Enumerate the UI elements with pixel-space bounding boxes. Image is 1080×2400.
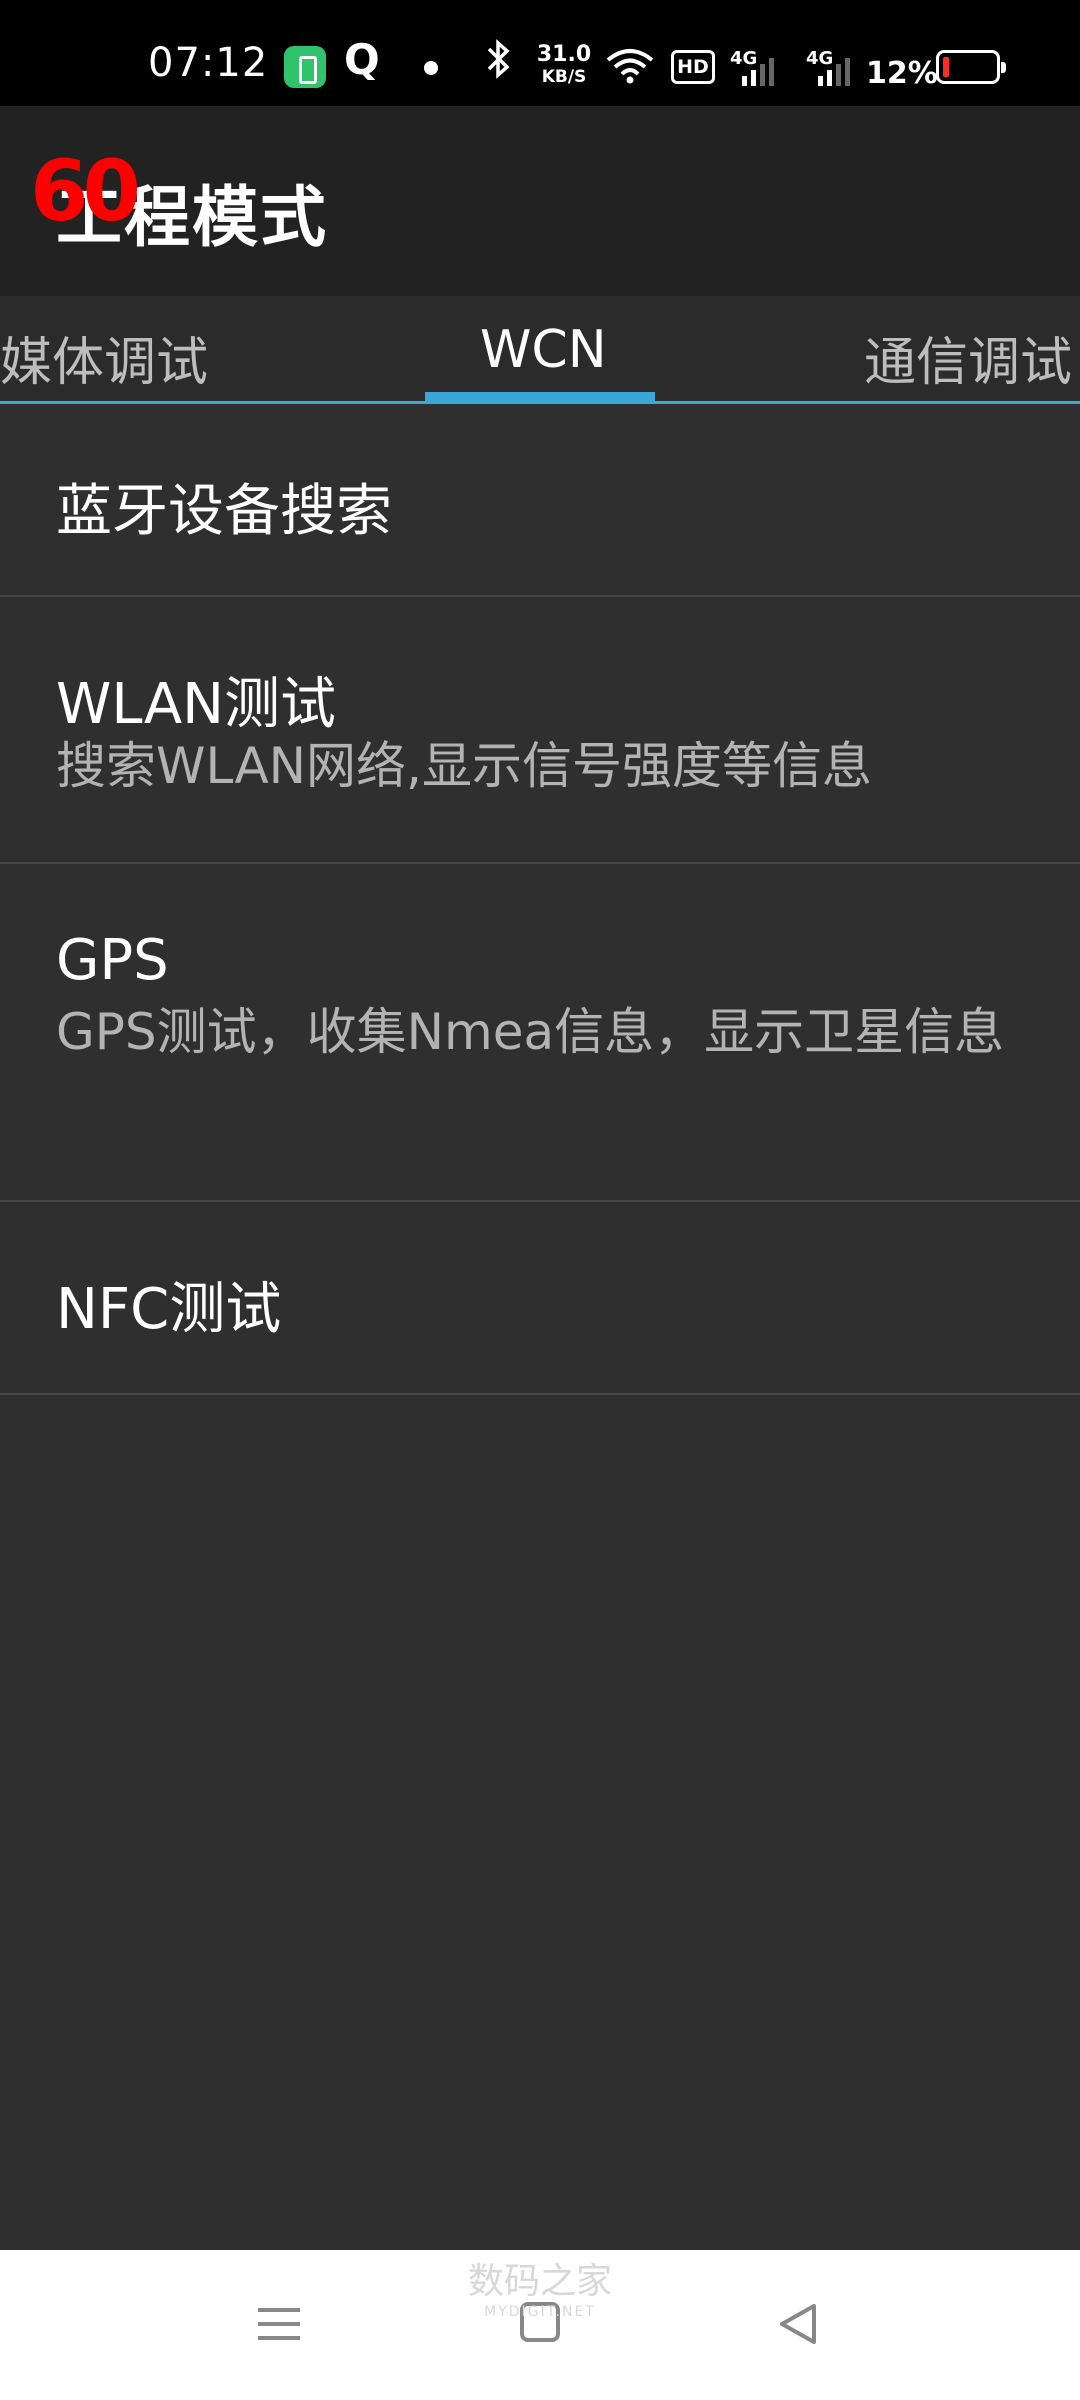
menu-icon[interactable] xyxy=(252,2294,312,2354)
status-time: 07:12 xyxy=(148,40,269,86)
list-item-subtitle: 搜索WLAN网络,显示信号强度等信息 xyxy=(56,737,872,795)
wcn-list: 蓝牙设备搜索 WLAN测试 搜索WLAN网络,显示信号强度等信息 GPS GPS… xyxy=(0,404,1080,1395)
tab-wcn[interactable]: WCN xyxy=(480,320,607,380)
list-item-wlan-test[interactable]: WLAN测试 搜索WLAN网络,显示信号强度等信息 xyxy=(0,597,1080,864)
wifi-icon xyxy=(605,48,655,84)
watermark-sub: MYDIGIT.NET xyxy=(484,2304,596,2320)
tab-media-debug[interactable]: 媒体调试 xyxy=(0,320,208,395)
signal-icon: 4G xyxy=(730,48,780,88)
signal-icon: 4G xyxy=(806,48,856,88)
bluetooth-icon xyxy=(485,34,513,84)
list-item-nfc-test[interactable]: NFC测试 xyxy=(0,1202,1080,1395)
speed-value: 31.0 xyxy=(536,42,592,67)
tab-comm-debug[interactable]: 通信调试 xyxy=(864,320,1072,395)
notification-dot-icon xyxy=(424,61,438,75)
list-item-bluetooth-search[interactable]: 蓝牙设备搜索 xyxy=(0,404,1080,597)
list-item-title: NFC测试 xyxy=(56,1277,282,1342)
tab-indicator xyxy=(425,392,655,402)
list-item-title: WLAN测试 xyxy=(56,672,337,737)
network-speed: 31.0 KB/S xyxy=(534,44,594,94)
back-icon[interactable] xyxy=(770,2294,830,2354)
screen: 07:12 Q 31.0 KB/S HD 4G 4G 12% 工程模式 60 媒… xyxy=(0,0,1080,2400)
list-item-title: 蓝牙设备搜索 xyxy=(56,479,392,544)
list-item-gps[interactable]: GPS GPS测试，收集Nmea信息，显示卫星信息 xyxy=(0,864,1080,1202)
status-bar: 07:12 Q 31.0 KB/S HD 4G 4G 12% xyxy=(0,0,1080,106)
battery-percent: 12% xyxy=(866,55,938,91)
list-item-title: GPS xyxy=(56,928,169,993)
battery-icon xyxy=(936,50,1006,84)
watermark-main: 数码之家 xyxy=(467,2261,612,2302)
battery-level xyxy=(943,57,949,77)
list-item-subtitle: GPS测试，收集Nmea信息，显示卫星信息 xyxy=(56,1003,1005,1061)
hd-icon: HD xyxy=(671,50,715,84)
site-watermark: 数码之家 MYDIGIT.NET xyxy=(440,2252,640,2320)
speed-unit: KB/S xyxy=(541,67,587,87)
overlay-mark: 60 xyxy=(30,142,141,240)
tab-bar: 媒体调试 WCN 通信调试 xyxy=(0,296,1080,404)
action-bar: 工程模式 60 xyxy=(0,106,1080,296)
battery-app-icon xyxy=(284,46,326,88)
q-app-icon: Q xyxy=(344,34,380,84)
